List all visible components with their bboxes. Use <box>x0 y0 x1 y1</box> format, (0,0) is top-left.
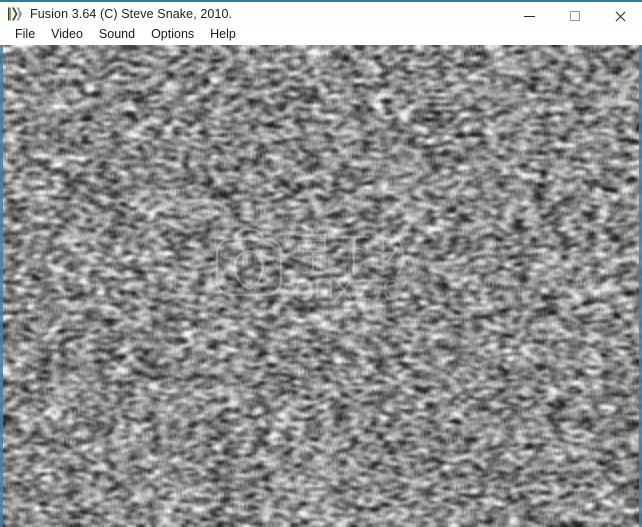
video-left-border <box>0 45 3 527</box>
maximize-button[interactable] <box>552 4 597 28</box>
minimize-icon <box>524 16 535 17</box>
minimize-button[interactable] <box>507 4 552 28</box>
menu-bar: File Video Sound Options Help <box>0 26 642 45</box>
close-button[interactable] <box>597 4 642 28</box>
window-title: Fusion 3.64 (C) Steve Snake, 2010. <box>30 8 232 21</box>
kega-fusion-logo-icon <box>7 6 23 22</box>
maximize-icon <box>570 11 580 21</box>
window-controls <box>507 4 642 28</box>
close-icon <box>614 10 626 22</box>
menu-item-options[interactable]: Options <box>143 27 202 44</box>
menu-item-help[interactable]: Help <box>202 27 244 44</box>
menu-item-file[interactable]: File <box>7 27 43 44</box>
fusion-application-window: Fusion 3.64 (C) Steve Snake, 2010. File … <box>0 0 642 527</box>
static-noise-canvas <box>0 45 642 527</box>
menu-item-sound[interactable]: Sound <box>91 27 143 44</box>
emulator-video-display[interactable] <box>0 45 642 527</box>
title-bar[interactable]: Fusion 3.64 (C) Steve Snake, 2010. <box>0 2 642 26</box>
menu-item-video[interactable]: Video <box>43 27 91 44</box>
